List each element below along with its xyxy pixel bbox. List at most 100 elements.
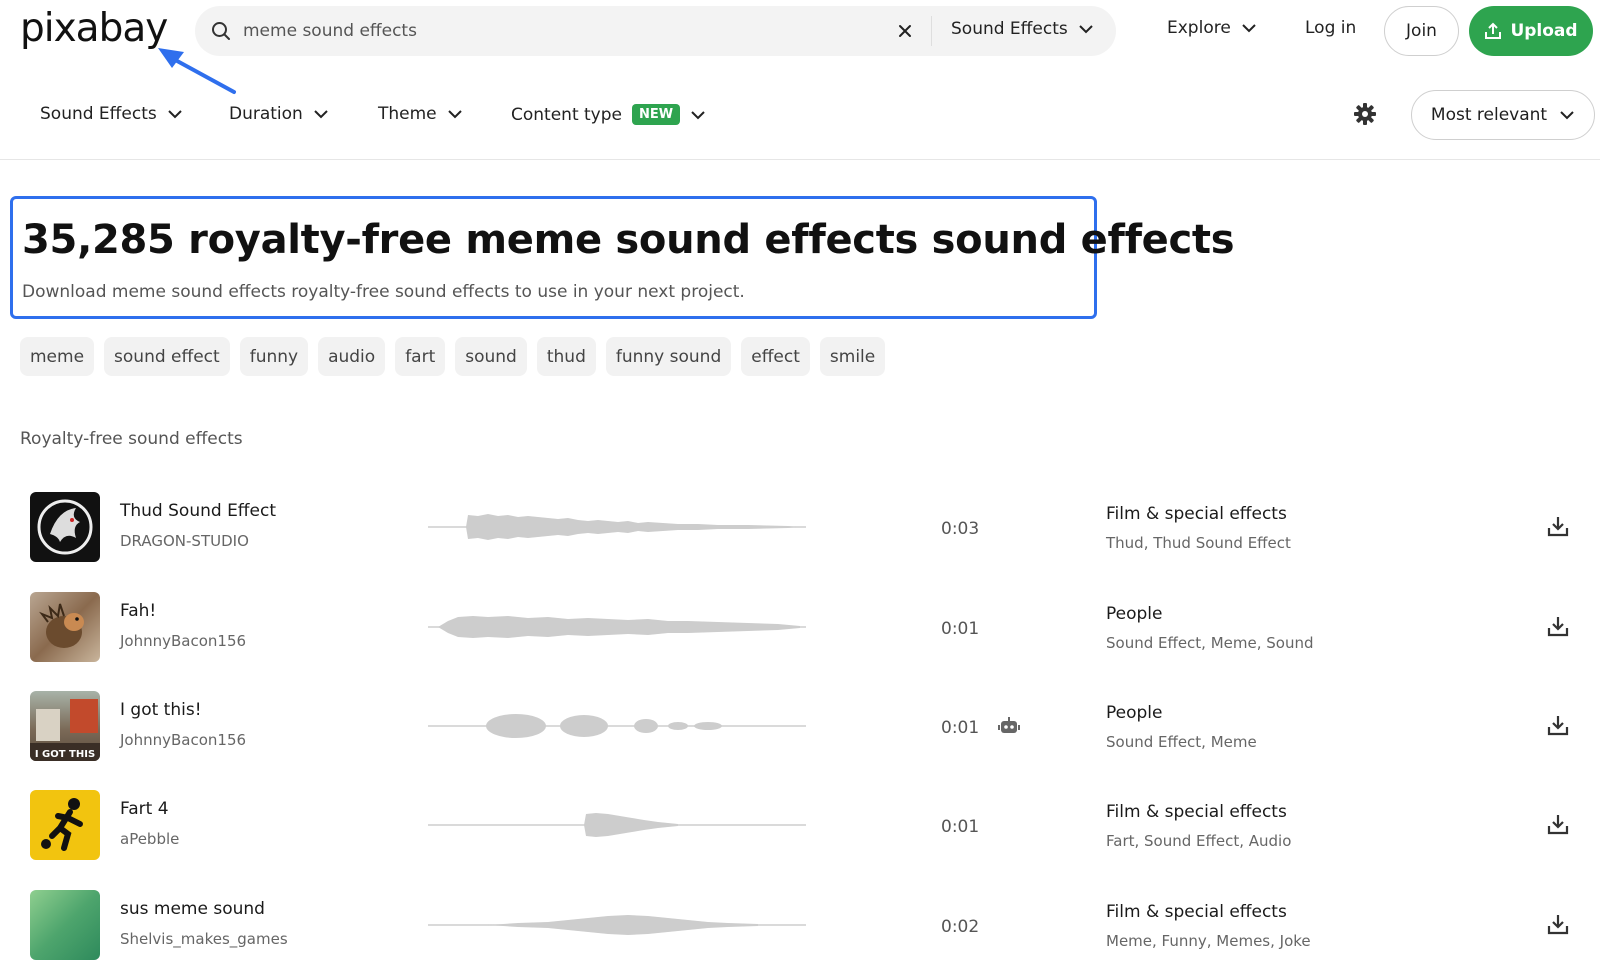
track-tags: Thud, Thud Sound Effect: [1106, 534, 1291, 552]
chevron-down-icon: [1560, 111, 1574, 120]
explore-menu[interactable]: Explore: [1167, 18, 1257, 38]
tag-chip[interactable]: sound effect: [104, 337, 230, 376]
download-icon[interactable]: [1546, 912, 1570, 936]
track-thumbnail[interactable]: [30, 890, 100, 960]
tag-chip[interactable]: effect: [741, 337, 810, 376]
track-thumbnail[interactable]: [30, 592, 100, 662]
tag-chip[interactable]: meme: [20, 337, 95, 376]
filter-label: Sound Effects: [40, 104, 157, 124]
sort-dropdown[interactable]: Most relevant: [1411, 90, 1595, 140]
track-row: sus meme sound Shelvis_makes_games 0:02 …: [0, 890, 1600, 969]
page-subtitle: Download meme sound effects royalty-free…: [22, 282, 745, 302]
track-tags: Meme, Funny, Memes, Joke: [1106, 932, 1311, 950]
login-label: Log in: [1305, 18, 1357, 38]
waveform[interactable]: [428, 805, 808, 845]
track-duration: 0:01: [941, 718, 980, 738]
waveform[interactable]: [428, 507, 808, 547]
green-gradient: [30, 890, 100, 960]
track-tags: Sound Effect, Meme, Sound: [1106, 634, 1314, 652]
tag-chip[interactable]: thud: [536, 337, 596, 376]
dragon-logo-icon: [37, 499, 93, 555]
filter-duration[interactable]: Duration: [229, 104, 329, 124]
track-thumbnail[interactable]: [30, 790, 100, 860]
chevron-down-icon: [691, 110, 705, 119]
chevron-down-icon: [168, 110, 182, 119]
filter-content-type[interactable]: Content type NEW: [511, 104, 706, 125]
search-divider: [931, 16, 932, 46]
track-duration: 0:01: [941, 817, 980, 837]
track-title[interactable]: Fah!: [120, 601, 156, 621]
track-duration: 0:03: [941, 519, 980, 539]
page-title: 35,285 royalty-free meme sound effects s…: [22, 217, 1235, 263]
join-button[interactable]: Join: [1384, 6, 1459, 56]
track-thumbnail[interactable]: I GOT THIS: [30, 691, 100, 761]
chevron-down-icon: [447, 110, 462, 119]
filter-theme[interactable]: Theme: [378, 104, 463, 124]
related-tags: meme sound effect funny audio fart sound…: [20, 337, 886, 376]
track-category[interactable]: People: [1106, 703, 1162, 723]
upload-button[interactable]: Upload: [1469, 6, 1593, 56]
tag-chip[interactable]: audio: [318, 337, 386, 376]
highlighted-heading-box: 35,285 royalty-free meme sound effects s…: [10, 196, 1235, 319]
chevron-down-icon: [1079, 25, 1093, 34]
download-icon[interactable]: [1546, 514, 1570, 538]
track-title[interactable]: Fart 4: [120, 799, 169, 819]
pixabay-logo[interactable]: pixabay: [20, 6, 168, 51]
search-icon: [212, 22, 230, 40]
waveform[interactable]: [428, 607, 808, 647]
search-type-label: Sound Effects: [951, 19, 1068, 39]
track-category[interactable]: Film & special effects: [1106, 802, 1287, 822]
hedgehog-photo: [39, 603, 84, 648]
track-artist[interactable]: aPebble: [120, 830, 179, 848]
tag-chip[interactable]: funny: [239, 337, 309, 376]
gear-icon[interactable]: [1353, 102, 1377, 126]
track-artist[interactable]: JohnnyBacon156: [120, 731, 246, 749]
search-type-dropdown[interactable]: Sound Effects: [951, 19, 1094, 39]
track-category[interactable]: Film & special effects: [1106, 504, 1287, 524]
track-tags: Fart, Sound Effect, Audio: [1106, 832, 1292, 850]
track-tags: Sound Effect, Meme: [1106, 733, 1257, 751]
ai-robot-icon: [998, 717, 1020, 733]
track-artist[interactable]: JohnnyBacon156: [120, 632, 246, 650]
waveform[interactable]: [428, 706, 808, 746]
chevron-down-icon: [1242, 24, 1256, 33]
track-category[interactable]: Film & special effects: [1106, 902, 1287, 922]
tag-chip[interactable]: funny sound: [605, 337, 732, 376]
track-thumbnail[interactable]: [30, 492, 100, 562]
download-icon[interactable]: [1546, 614, 1570, 638]
track-artist[interactable]: DRAGON-STUDIO: [120, 532, 249, 550]
track-artist[interactable]: Shelvis_makes_games: [120, 930, 288, 948]
filter-label: Theme: [378, 104, 437, 124]
close-icon[interactable]: [895, 21, 915, 41]
track-row: I GOT THIS I got this! JohnnyBacon156 0:…: [0, 691, 1600, 790]
track-title[interactable]: Thud Sound Effect: [120, 501, 276, 521]
thumbnail-caption: I GOT THIS: [35, 749, 95, 760]
tag-chip[interactable]: sound: [455, 337, 527, 376]
upload-label: Upload: [1510, 21, 1578, 41]
join-label: Join: [1406, 21, 1437, 41]
download-icon[interactable]: [1546, 812, 1570, 836]
track-duration: 0:01: [941, 619, 980, 639]
waveform[interactable]: [428, 905, 808, 945]
tag-chip[interactable]: fart: [395, 337, 446, 376]
track-title[interactable]: I got this!: [120, 700, 202, 720]
running-figure-icon: [41, 798, 83, 851]
search-bar: Sound Effects: [195, 6, 1116, 56]
filter-sound-effects[interactable]: Sound Effects: [40, 104, 183, 124]
tag-chip[interactable]: smile: [819, 337, 886, 376]
section-label: Royalty-free sound effects: [20, 429, 243, 449]
track-row: Thud Sound Effect DRAGON-STUDIO 0:03 Fil…: [0, 492, 1600, 591]
explore-label: Explore: [1167, 18, 1231, 38]
track-category[interactable]: People: [1106, 604, 1162, 624]
track-row: Fart 4 aPebble 0:01 Film & special effec…: [0, 790, 1600, 889]
meme-photo: I GOT THIS: [30, 699, 100, 761]
track-title[interactable]: sus meme sound: [120, 899, 265, 919]
filter-label: Content type: [511, 104, 622, 125]
new-badge: NEW: [632, 104, 681, 125]
track-row: Fah! JohnnyBacon156 0:01 People Sound Ef…: [0, 592, 1600, 691]
filter-label: Duration: [229, 104, 303, 124]
download-icon[interactable]: [1546, 713, 1570, 737]
track-duration: 0:02: [941, 917, 980, 937]
search-input[interactable]: [243, 16, 863, 46]
login-link[interactable]: Log in: [1305, 18, 1356, 38]
